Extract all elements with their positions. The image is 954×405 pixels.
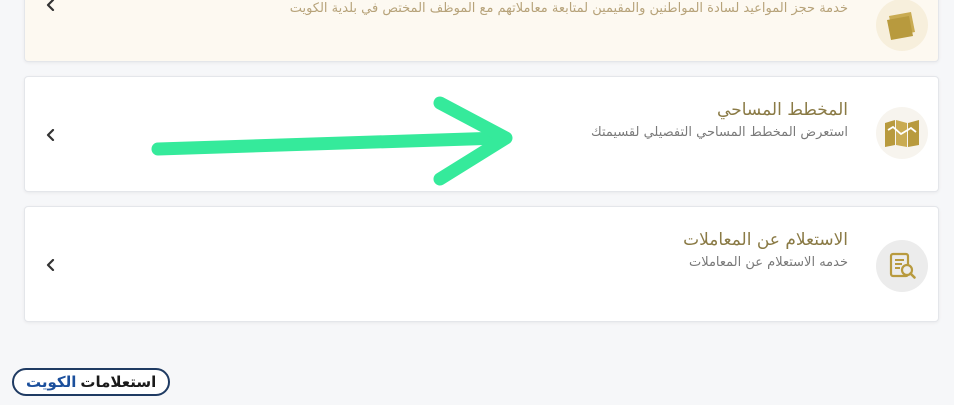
service-title: الاستعلام عن المعاملات (683, 230, 848, 250)
service-text: الاستعلام عن المعاملات خدمه الاستعلام عن… (683, 229, 848, 273)
document-stack-icon (876, 0, 928, 51)
watermark-badge: استعلامات الكويت (12, 368, 171, 396)
map-icon (876, 107, 928, 159)
watermark-text-1: استعلامات (80, 373, 157, 391)
service-card-appointments[interactable]: خدمة حجز المواعيد لسادة المواطنين والمقي… (24, 0, 939, 62)
service-text: المخطط المساحي استعرض المخطط المساحي الت… (591, 99, 848, 143)
chevron-left-icon[interactable] (43, 127, 59, 143)
service-card-transactions-inquiry[interactable]: الاستعلام عن المعاملات خدمه الاستعلام عن… (24, 206, 939, 322)
document-search-icon (876, 240, 928, 292)
service-subtitle: استعرض المخطط المساحي التفصيلي لقسيمتك (591, 125, 848, 140)
service-subtitle: خدمة حجز المواعيد لسادة المواطنين والمقي… (289, 1, 848, 16)
service-title: المخطط المساحي (717, 100, 848, 120)
service-text: خدمة حجز المواعيد لسادة المواطنين والمقي… (290, 0, 848, 19)
service-card-survey-plan[interactable]: المخطط المساحي استعرض المخطط المساحي الت… (24, 76, 939, 192)
chevron-left-icon[interactable] (43, 0, 59, 13)
chevron-left-icon[interactable] (43, 257, 59, 273)
service-subtitle: خدمه الاستعلام عن المعاملات (688, 255, 848, 270)
watermark-text-2: الكويت (26, 373, 77, 391)
